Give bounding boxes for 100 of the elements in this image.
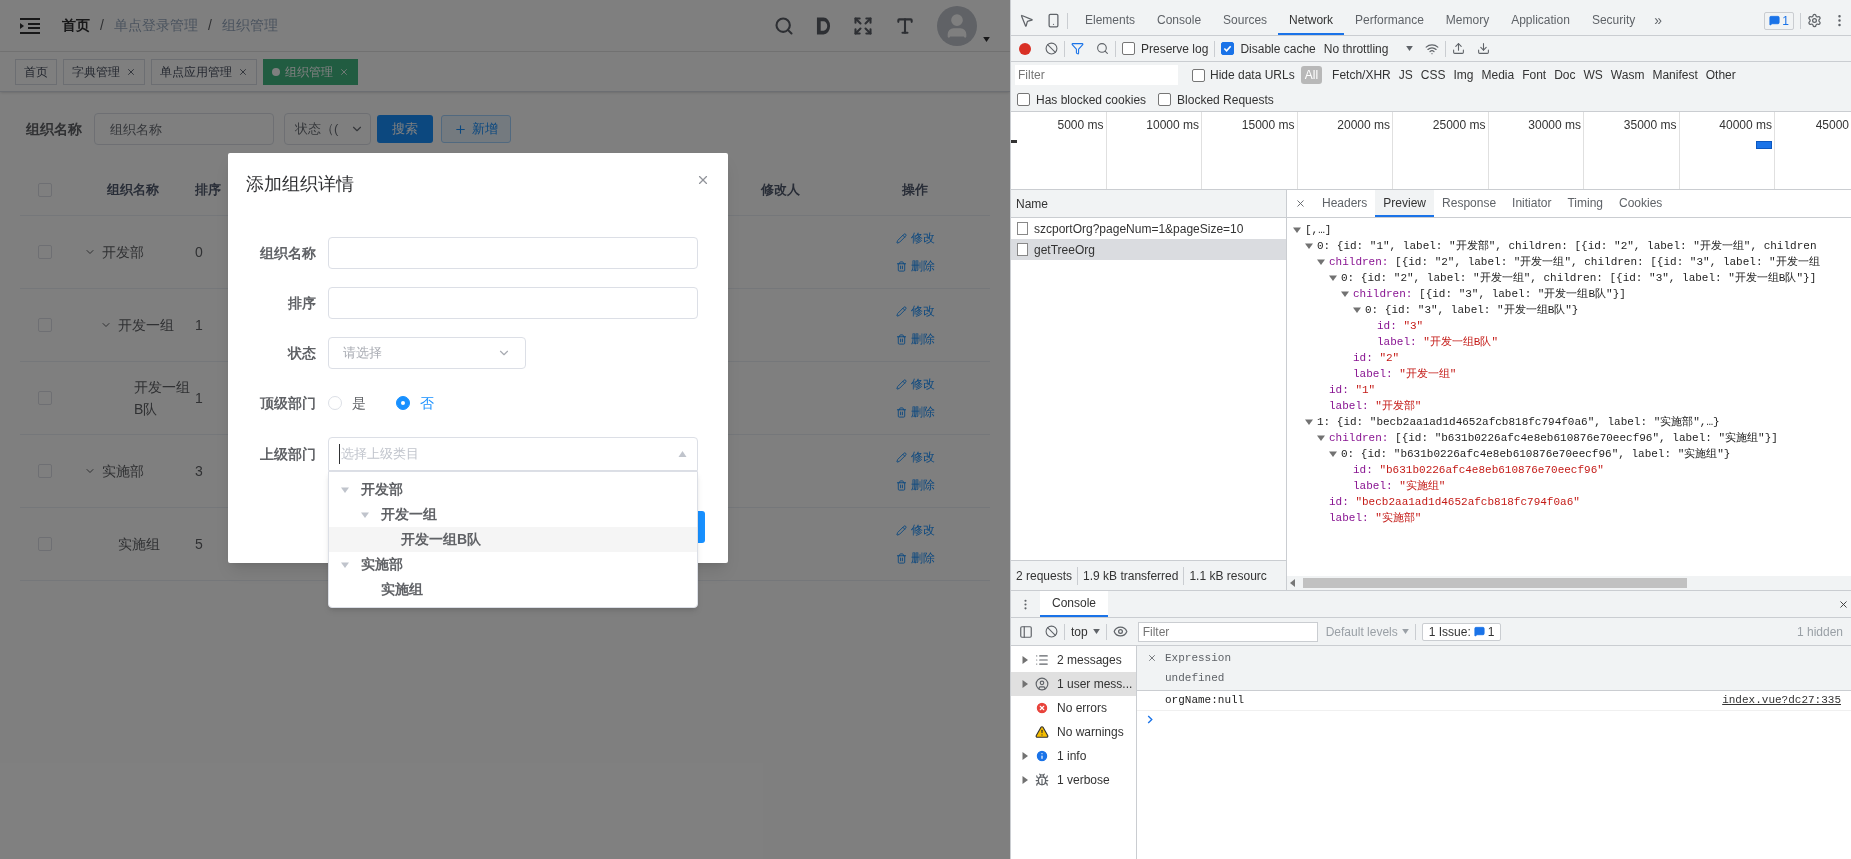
type-filter-chip[interactable]: Img — [1449, 66, 1478, 84]
page-tag[interactable]: 字典管理 — [63, 58, 145, 85]
disable-cache-option[interactable]: Disable cache — [1221, 39, 1316, 58]
panel-tab[interactable]: Sources — [1212, 6, 1279, 35]
blocked-filter-option[interactable]: Has blocked cookies — [1017, 90, 1147, 109]
type-filter-chip[interactable]: Manifest — [1648, 66, 1702, 84]
preserve-log-option[interactable]: Preserve log — [1122, 39, 1209, 58]
expand-triangle-icon[interactable] — [1341, 290, 1349, 298]
close-icon[interactable] — [1295, 198, 1306, 209]
expand-triangle-icon[interactable] — [1329, 274, 1337, 282]
filter-icon[interactable] — [1071, 42, 1084, 55]
trash-icon[interactable] — [895, 333, 907, 345]
detail-tab[interactable]: Response — [1434, 190, 1505, 217]
object-line[interactable]: children: [{id: "3", label: "开发一组B队"}] — [1353, 285, 1626, 303]
object-line[interactable]: 1: {id: "becb2aa1ad1d4652afcb818fc794f0a6", label: "实施部",…} — [1317, 413, 1720, 431]
search-icon[interactable] — [774, 15, 794, 36]
radio-option[interactable]: 否 — [396, 392, 434, 414]
checkbox[interactable] — [1158, 93, 1172, 106]
clear-icon[interactable] — [1045, 42, 1058, 55]
panel-tab[interactable]: Application — [1500, 6, 1581, 35]
hide-data-urls-option[interactable]: Hide data URLs — [1192, 66, 1295, 84]
trash-icon[interactable] — [895, 552, 907, 564]
expand-triangle-icon[interactable] — [1317, 434, 1325, 442]
object-line[interactable]: 0: {id: "1", label: "开发部", children: [{id: "2", label: "开发一组", children — [1317, 237, 1817, 255]
checkbox[interactable] — [1017, 93, 1030, 106]
panel-tab[interactable]: Security — [1580, 6, 1647, 35]
inspect-icon[interactable] — [1019, 13, 1034, 28]
object-line[interactable]: 0: {id: "b631b0226afc4e8eb610876e70eecf96", label: "实施组"} — [1341, 445, 1731, 463]
console-filter-field[interactable]: Filter — [1137, 621, 1318, 642]
remove-icon[interactable] — [1147, 653, 1157, 664]
sidebar-toggle-icon[interactable] — [1019, 624, 1033, 639]
filter-input-field[interactable]: Filter — [1015, 65, 1178, 85]
trash-icon[interactable] — [895, 479, 907, 491]
issues-badge[interactable]: 1 — [1764, 11, 1794, 30]
trash-icon[interactable] — [895, 406, 907, 418]
document-icon[interactable] — [816, 15, 831, 36]
record-icon[interactable] — [1019, 42, 1031, 55]
caret-down-icon[interactable] — [983, 36, 990, 42]
detail-tab[interactable]: Preview — [1375, 190, 1435, 217]
expand-triangle-icon[interactable] — [1317, 258, 1325, 266]
type-filter-chip[interactable]: Fetch/XHR — [1328, 66, 1395, 84]
tree-option[interactable]: 开发一组 — [329, 502, 697, 527]
text-size-icon[interactable] — [895, 15, 915, 36]
scrollbar-thumb[interactable] — [1303, 578, 1687, 588]
detail-tab[interactable]: Headers — [1314, 190, 1376, 217]
expand-triangle-icon[interactable] — [1305, 418, 1313, 426]
indent-menu-icon[interactable] — [20, 17, 40, 34]
settings-icon[interactable] — [1807, 13, 1822, 28]
object-line[interactable]: [,…] — [1305, 221, 1332, 239]
expand-triangle-icon[interactable] — [1293, 226, 1301, 234]
context-select[interactable]: top — [1071, 622, 1100, 641]
pencil-icon[interactable] — [895, 232, 907, 244]
type-filter-chip[interactable]: Font — [1518, 66, 1551, 84]
object-line[interactable]: children: [{id: "2", label: "开发一组", children: [{id: "3", label: "开发一组 — [1329, 253, 1820, 271]
checkbox[interactable] — [1192, 68, 1205, 82]
throttling-select[interactable]: No throttling — [1323, 39, 1414, 58]
issues-button[interactable]: 1 Issue: 1 — [1421, 622, 1502, 641]
expand-triangle-icon[interactable] — [1021, 656, 1029, 664]
type-filter-chip[interactable]: WS — [1579, 66, 1607, 84]
expand-triangle-icon[interactable] — [1329, 450, 1337, 458]
page-tag[interactable]: 单点应用管理 — [151, 58, 257, 85]
panel-tab[interactable]: Console — [1146, 6, 1213, 35]
pencil-icon[interactable] — [895, 378, 907, 390]
type-filter-chip[interactable]: Doc — [1550, 66, 1580, 84]
blocked-filter-option[interactable]: Blocked Requests — [1158, 90, 1274, 109]
eye-icon[interactable] — [1112, 624, 1128, 639]
tree-option[interactable]: 实施部 — [329, 552, 697, 577]
prompt-chevron-icon[interactable] — [1147, 715, 1153, 724]
page-tag[interactable]: 首页 — [15, 58, 57, 85]
search-icon[interactable] — [1096, 42, 1109, 55]
object-line[interactable]: 0: {id: "3", label: "开发一组B队"} — [1365, 301, 1579, 319]
expand-triangle-icon[interactable] — [1021, 776, 1029, 784]
clear-icon[interactable] — [1045, 625, 1058, 638]
detail-tab[interactable]: Cookies — [1611, 190, 1671, 217]
tree-option[interactable]: 开发部 — [329, 477, 697, 502]
more-tabs[interactable]: » — [1646, 10, 1671, 31]
detail-tab[interactable]: Timing — [1559, 190, 1611, 217]
upload-icon[interactable] — [1452, 42, 1466, 55]
network-settings-icon[interactable] — [1425, 41, 1440, 56]
tree-option[interactable]: 开发一组B队 — [329, 527, 697, 552]
breadcrumb-item[interactable]: 首页 — [62, 15, 90, 36]
download-icon[interactable] — [1477, 42, 1491, 55]
pencil-icon[interactable] — [895, 305, 907, 317]
expand-triangle-icon[interactable] — [1305, 242, 1313, 250]
close-icon[interactable] — [1838, 598, 1849, 610]
trash-icon[interactable] — [895, 260, 907, 272]
type-filter-chip[interactable]: JS — [1394, 66, 1417, 84]
pencil-icon[interactable] — [895, 451, 907, 463]
text-input-field[interactable] — [328, 237, 698, 269]
drawer-tab[interactable]: Console — [1040, 591, 1109, 617]
detail-tab[interactable]: Initiator — [1504, 190, 1560, 217]
type-filter-chip[interactable]: Media — [1477, 66, 1519, 84]
expand-triangle-icon[interactable] — [1021, 752, 1029, 760]
tree-option[interactable]: 实施组 — [329, 577, 697, 602]
text-input-field[interactable] — [328, 287, 698, 319]
type-filter-chip[interactable]: CSS — [1416, 66, 1450, 84]
console-sidebar-item[interactable]: 1 user mess... — [1011, 672, 1136, 696]
panel-tab[interactable]: Elements — [1074, 6, 1147, 35]
expand-triangle-icon[interactable] — [1353, 306, 1361, 314]
panel-tab[interactable]: Memory — [1434, 6, 1501, 35]
